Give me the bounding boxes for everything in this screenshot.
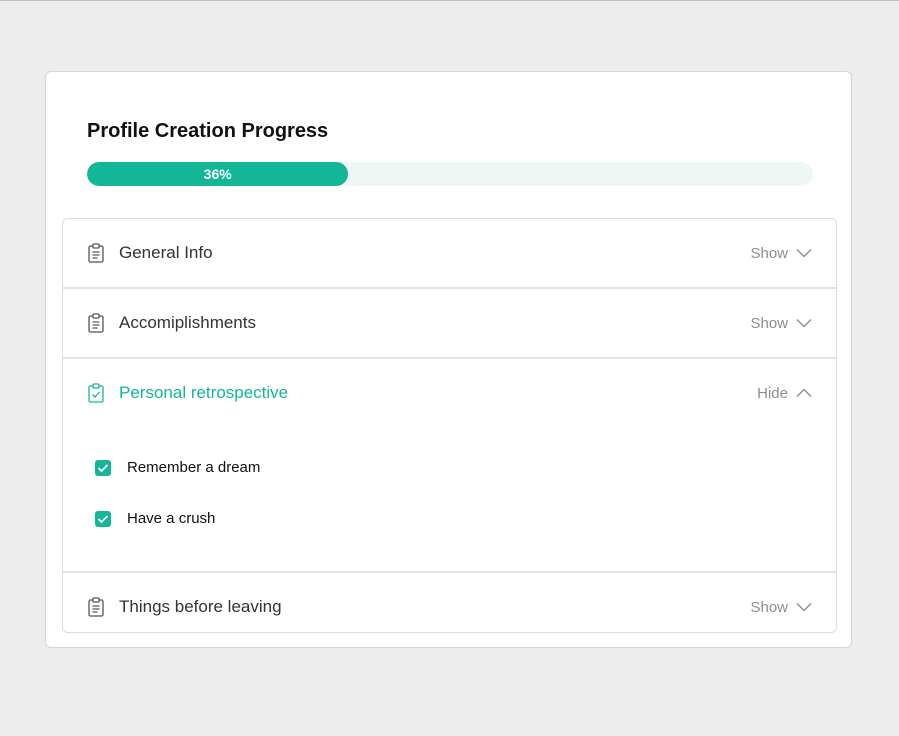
section-title: Things before leaving <box>119 597 282 616</box>
progress-label: 36% <box>203 166 232 182</box>
section-header-general-info[interactable]: General Info Show <box>63 219 836 287</box>
page-title: Profile Creation Progress <box>87 120 329 142</box>
profile-progress-card: Profile Creation Progress 36% General In… <box>45 71 852 648</box>
checklist-item-label: Have a crush <box>127 510 216 527</box>
clipboard-list-icon <box>88 597 104 617</box>
toggle-label: Hide <box>757 384 788 402</box>
section-header-things-before-leaving[interactable]: Things before leaving Show <box>63 573 836 632</box>
toggle-label: Show <box>750 244 788 262</box>
section-title: Personal retrospective <box>119 383 289 402</box>
section-accomplishments: Accomiplishments Show <box>63 289 836 359</box>
checklist-item-label: Remember a dream <box>127 459 261 476</box>
clipboard-check-icon <box>88 383 104 403</box>
toggle-label: Show <box>750 598 788 616</box>
progress-bar: 36% <box>87 162 813 186</box>
section-things-before-leaving: Things before leaving Show <box>63 573 836 632</box>
section-general-info: General Info Show <box>63 219 836 289</box>
section-personal-retrospective: Personal retrospective Hide Remember a d… <box>63 359 836 573</box>
section-toggle[interactable]: Show <box>750 245 812 262</box>
section-header-personal-retrospective[interactable]: Personal retrospective Hide <box>63 359 836 427</box>
section-toggle[interactable]: Hide <box>757 385 812 402</box>
section-title: Accomiplishments <box>119 313 256 332</box>
chevron-up-icon <box>796 388 812 397</box>
window-top-border <box>0 0 899 1</box>
section-toggle[interactable]: Show <box>750 315 812 332</box>
chevron-down-icon <box>796 249 812 258</box>
section-toggle[interactable]: Show <box>750 599 812 616</box>
section-title: General Info <box>119 243 213 262</box>
checkmark-icon <box>97 514 109 523</box>
profile-sections-accordion: General Info Show Accomiplishments Show … <box>62 218 837 633</box>
toggle-label: Show <box>750 314 788 332</box>
checklist-item[interactable]: Remember a dream <box>95 459 260 476</box>
checkbox-checked[interactable] <box>95 459 111 476</box>
checkmark-icon <box>97 463 109 472</box>
progress-bar-fill: 36% <box>87 162 349 186</box>
clipboard-list-icon <box>88 243 104 263</box>
chevron-down-icon <box>796 319 812 328</box>
section-body: Remember a dream Have a crush <box>63 427 836 571</box>
section-header-accomplishments[interactable]: Accomiplishments Show <box>63 289 836 357</box>
checkbox-checked[interactable] <box>95 510 111 527</box>
checklist-item[interactable]: Have a crush <box>95 510 215 527</box>
clipboard-list-icon <box>88 313 104 333</box>
chevron-down-icon <box>796 603 812 612</box>
